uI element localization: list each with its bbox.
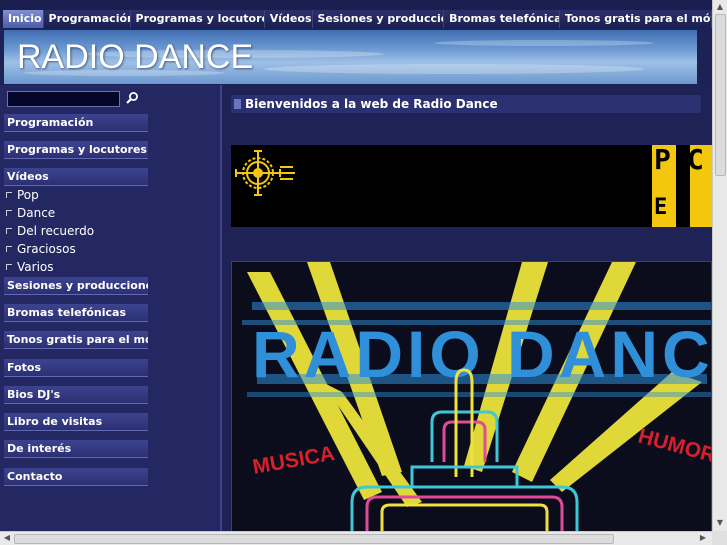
bullet-icon [6, 192, 12, 198]
sidebar-item-bromas[interactable]: Bromas telefónicas [4, 304, 148, 322]
radio-dance-poster-image[interactable]: RADIO DANCE MUSICA HUMOR [231, 261, 712, 531]
sidebar-item-contacto[interactable]: Contacto [4, 468, 148, 486]
poster-artwork: RADIO DANCE MUSICA HUMOR [232, 262, 712, 531]
bullet-icon [6, 228, 12, 234]
black-ad-banner[interactable]: P C E [231, 145, 712, 227]
sidebar-item-sesiones[interactable]: Sesiones y producciones p [4, 277, 148, 295]
bullet-icon [6, 264, 12, 270]
sidebar: Programación Programas y locutores Vídeo… [0, 85, 222, 531]
sidebar-item-fotos[interactable]: Fotos [4, 359, 148, 377]
sidebar-subitem-label: Pop [17, 188, 39, 202]
tab-programas-y-locutores[interactable]: Programas y locutores [130, 10, 265, 28]
bullet-icon [6, 210, 12, 216]
tab-sesiones[interactable]: Sesiones y producciones p [312, 10, 445, 28]
sidebar-subitem-graciosos[interactable]: Graciosos [6, 241, 76, 257]
sidebar-subitem-label: Del recuerdo [17, 224, 95, 238]
tab-bromas[interactable]: Bromas telefónicas [444, 10, 560, 28]
sidebar-item-bios[interactable]: Bios DJ's [4, 386, 148, 404]
sidebar-subitem-pop[interactable]: Pop [6, 187, 39, 203]
pce-logo: P C E [652, 145, 712, 227]
logo-letter: E [654, 195, 668, 220]
top-navigation: Inicio Programación Programas y locutore… [0, 0, 712, 28]
sidebar-item-programas[interactable]: Programas y locutores [4, 141, 148, 159]
bullet-icon [6, 246, 12, 252]
page-title: Bienvenidos a la web de Radio Dance [231, 95, 701, 113]
page: Inicio Programación Programas y locutore… [0, 0, 727, 545]
search-icon[interactable] [125, 91, 139, 105]
tab-tonos[interactable]: Tonos gratis para el móvil [559, 10, 712, 28]
header-banner: RADIO DANCE [0, 28, 712, 85]
scroll-left-arrow-icon[interactable]: ◀ [1, 532, 13, 544]
sidebar-subitem-dance[interactable]: Dance [6, 205, 55, 221]
sidebar-item-tonos[interactable]: Tonos gratis para el móvil [4, 331, 148, 349]
horizontal-scrollbar[interactable]: ◀ ▶ [0, 531, 712, 545]
horizontal-scroll-thumb[interactable] [14, 534, 614, 544]
sidebar-item-de-interes[interactable]: De interés [4, 440, 148, 458]
logo-letter: C [687, 145, 704, 176]
sidebar-item-programacion[interactable]: Programación [4, 114, 148, 132]
logo-letter: P [654, 145, 671, 176]
main-content: Bienvenidos a la web de Radio Dance P C … [224, 85, 712, 531]
site-title[interactable]: RADIO DANCE [17, 38, 253, 77]
scroll-down-arrow-icon[interactable]: ▼ [714, 517, 726, 529]
scrollbar-corner [712, 531, 727, 545]
sidebar-subitem-label: Varios [17, 260, 54, 274]
vertical-scroll-thumb[interactable] [715, 14, 726, 176]
scroll-right-arrow-icon[interactable]: ▶ [697, 532, 709, 544]
sidebar-subitem-varios[interactable]: Varios [6, 259, 54, 275]
vertical-scrollbar[interactable]: ▲ ▼ [712, 0, 727, 531]
poster-title: RADIO DANCE [252, 317, 712, 391]
tab-videos[interactable]: Vídeos [264, 10, 313, 28]
sidebar-item-libro-de-visitas[interactable]: Libro de visitas [4, 413, 148, 431]
celtic-cross-logo-icon [235, 150, 295, 196]
sidebar-subitem-del-recuerdo[interactable]: Del recuerdo [6, 223, 94, 239]
sky-background: RADIO DANCE [4, 30, 697, 84]
tab-programacion[interactable]: Programación [43, 10, 131, 28]
search-input[interactable] [7, 91, 120, 107]
sidebar-subitem-label: Dance [17, 206, 56, 220]
sidebar-item-videos[interactable]: Vídeos [4, 168, 148, 186]
tab-inicio[interactable]: Inicio [3, 10, 44, 28]
sidebar-subitem-label: Graciosos [17, 242, 76, 256]
scroll-up-arrow-icon[interactable]: ▲ [714, 1, 726, 13]
